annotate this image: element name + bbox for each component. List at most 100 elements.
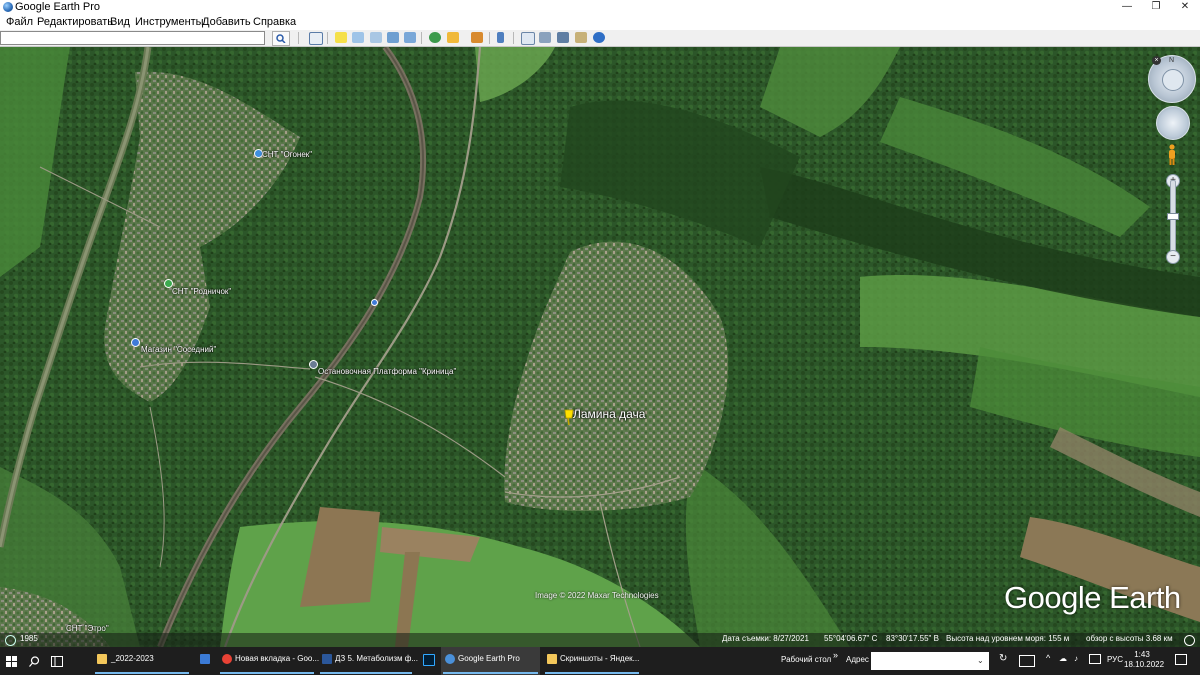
google-earth-logo: Google Earth (1004, 580, 1181, 615)
chevron-icon[interactable]: » (833, 650, 838, 660)
print-icon[interactable] (539, 32, 551, 43)
photoshop-icon (423, 654, 435, 666)
app-icon (200, 654, 210, 664)
toolbar-separator (298, 32, 299, 44)
taskbar-item-photoshop[interactable] (419, 647, 439, 675)
taskbar-item-label: ДЗ 5. Метаболизм ф... (335, 654, 418, 663)
latitude: 55°04'06.67" С (824, 634, 878, 643)
clock[interactable]: 1:43 18.10.2022 (1124, 650, 1164, 670)
historical-imagery-icon[interactable] (429, 32, 441, 43)
taskbar-item-chrome[interactable]: Новая вкладка - Goo... (218, 647, 320, 675)
google-earth-app-icon (3, 2, 13, 12)
eye-icon[interactable] (1162, 69, 1184, 91)
view-in-maps-icon[interactable] (575, 32, 587, 43)
history-year[interactable]: 1985 (20, 634, 38, 643)
ruler-icon[interactable] (497, 32, 504, 43)
move-control[interactable] (1156, 106, 1190, 140)
maximize-button[interactable]: ❐ (1141, 0, 1171, 15)
menu-tools[interactable]: Инструменты (135, 16, 204, 28)
tray-expand-icon[interactable]: ^ (1046, 653, 1050, 663)
language-indicator[interactable]: РУС (1107, 655, 1123, 664)
desktop-toolbar-label[interactable]: Рабочий стол (781, 655, 831, 664)
email-icon[interactable] (521, 32, 535, 45)
menu-edit[interactable]: Редактировать (37, 16, 113, 28)
planets-icon[interactable] (471, 32, 483, 43)
folder-icon (547, 654, 557, 664)
placemark-label[interactable]: Ламина дача (573, 407, 645, 421)
poi-dot[interactable] (371, 299, 378, 306)
chrome-icon (222, 654, 232, 664)
taskbar-active-indicator (320, 672, 412, 674)
street-view-pegman-icon[interactable] (1167, 144, 1177, 166)
menu-help[interactable]: Справка (253, 16, 296, 28)
address-label: Адрес (846, 655, 869, 664)
toolbar-separator (327, 32, 328, 44)
search-input[interactable] (0, 31, 265, 45)
sun-icon[interactable] (447, 32, 459, 43)
taskbar-item-label: Скриншоты - Яндек... (560, 654, 640, 663)
taskbar-item-label: Новая вкладка - Goo... (235, 654, 320, 663)
toolbar-separator (489, 32, 490, 44)
task-view-icon[interactable] (51, 656, 63, 667)
google-earth-icon (445, 654, 455, 664)
label-snt-ogonek[interactable]: СНТ "Огонек" (262, 150, 312, 159)
north-indicator[interactable]: N (1169, 57, 1174, 64)
window-title: Google Earth Pro (15, 1, 100, 13)
map-viewport[interactable]: СНТ "Огонек" СНТ "Родничок" Магазин "Сос… (0, 47, 1200, 647)
refresh-icon[interactable]: ↻ (999, 653, 1007, 664)
menu-bar: Файл Редактировать Вид Инструменты Добав… (0, 15, 1200, 30)
historical-imagery-icon[interactable] (5, 635, 16, 646)
windows-start-icon[interactable] (6, 656, 17, 667)
placemark-icon[interactable] (335, 32, 347, 43)
label-snt-rodnichok[interactable]: СНТ "Родничок" (172, 287, 231, 296)
image-overlay-icon[interactable] (387, 32, 399, 43)
taskbar-item-google-earth[interactable]: Google Earth Pro (441, 647, 540, 675)
taskbar-item-word[interactable]: ДЗ 5. Метаболизм ф... (318, 647, 418, 675)
earth-icon[interactable] (593, 32, 605, 43)
notifications-icon[interactable] (1175, 654, 1187, 665)
label-platform-krinitsa[interactable]: Остановочная Платформа "Криница" (318, 367, 456, 376)
chevron-down-icon[interactable]: ⌄ (977, 656, 984, 665)
search-button[interactable] (272, 31, 290, 46)
polygon-icon[interactable] (352, 32, 364, 43)
minimize-button[interactable]: — (1112, 0, 1142, 15)
cloud-icon[interactable]: ☁ (1059, 654, 1067, 663)
record-tour-icon[interactable] (404, 32, 416, 43)
menu-add[interactable]: Добавить (202, 16, 251, 28)
toolbar (0, 30, 1200, 47)
search-icon[interactable] (29, 656, 40, 667)
close-button[interactable]: ✕ (1170, 0, 1200, 15)
elevation: Высота над уровнем моря: 155 м (946, 634, 1070, 643)
taskbar-item-label: _2022-2023 (111, 654, 154, 663)
network-icon[interactable] (1089, 654, 1101, 664)
longitude: 83°30'17.55" В (886, 634, 939, 643)
taskbar-item-app[interactable] (196, 647, 216, 675)
search-icon (276, 34, 286, 43)
menu-file[interactable]: Файл (6, 16, 33, 28)
save-image-icon[interactable] (557, 32, 569, 43)
path-icon[interactable] (370, 32, 382, 43)
taskbar-active-indicator (95, 672, 189, 674)
zoom-out-button[interactable]: − (1166, 250, 1180, 264)
address-input[interactable] (871, 652, 989, 670)
keyboard-icon[interactable] (1019, 655, 1035, 667)
taskbar-item-label: Google Earth Pro (458, 654, 520, 663)
status-bar: 1985 Дата съемки: 8/27/2021 55°04'06.67"… (0, 633, 1200, 647)
title-bar: Google Earth Pro — ❐ ✕ (0, 0, 1200, 15)
streaming-icon (1184, 635, 1195, 646)
label-shop-sosedniy[interactable]: Магазин "Соседний" (141, 345, 216, 354)
taskbar-item-folder[interactable]: _2022-2023 (93, 647, 191, 675)
imagery-date: Дата съемки: 8/27/2021 (722, 634, 809, 643)
volume-icon[interactable]: ♪ (1074, 654, 1078, 663)
shop-icon[interactable] (131, 338, 140, 347)
taskbar-active-indicator (545, 672, 639, 674)
taskbar-active-indicator (443, 672, 538, 674)
train-station-icon[interactable] (309, 360, 318, 369)
zoom-slider-handle[interactable] (1167, 213, 1179, 220)
taskbar-item-screenshots[interactable]: Скриншоты - Яндек... (543, 647, 641, 675)
menu-view[interactable]: Вид (110, 16, 130, 28)
clock-time: 1:43 (1134, 650, 1150, 659)
sidebar-icon[interactable] (309, 32, 323, 45)
close-nav-icon[interactable]: × (1152, 56, 1161, 65)
label-snt-etro[interactable]: СНТ "Этро" (66, 624, 109, 633)
